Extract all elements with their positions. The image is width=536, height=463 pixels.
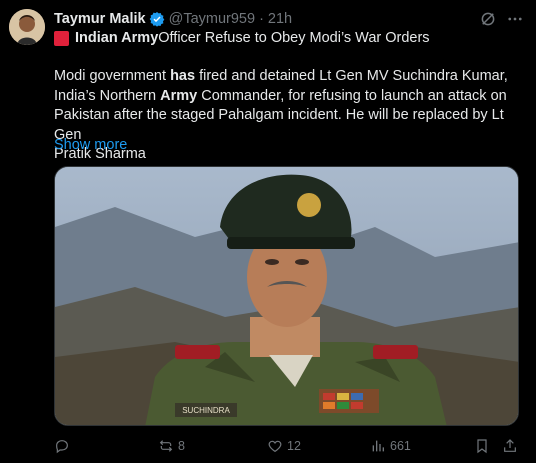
body-text: Modi government (54, 68, 171, 84)
like-count: 12 (287, 439, 301, 453)
body-bold: Army (160, 87, 198, 104)
red-square-icon (54, 30, 69, 46)
verified-badge-icon[interactable] (149, 11, 165, 27)
tweet[interactable]: Taymur Malik @Taymur959 · 21h Indian Arm… (0, 0, 536, 463)
tweet-header: Taymur Malik @Taymur959 · 21h (54, 10, 292, 28)
views-count: 661 (390, 439, 411, 453)
title-bold: Indian Army (75, 30, 159, 46)
bookmark-icon (477, 439, 487, 454)
tweet-title: Indian Army Officer Refuse to Obey Modi’… (54, 30, 430, 46)
reply-button[interactable] (54, 438, 74, 454)
body-text: India’s Northern (54, 87, 161, 104)
separator-dot: · (259, 11, 264, 27)
grok-icon[interactable] (479, 10, 497, 28)
body-bold: has (170, 68, 196, 84)
share-button[interactable] (502, 438, 522, 454)
views-button[interactable]: 661 (370, 438, 411, 454)
repost-count: 8 (178, 439, 185, 453)
body-line: Modi government has fired and detained L… (54, 67, 524, 87)
author-handle[interactable]: @Taymur959 (169, 11, 255, 27)
repost-button[interactable]: 8 (158, 438, 185, 454)
action-bar: 8 12 661 (54, 438, 524, 456)
reply-icon (56, 440, 68, 454)
media-image[interactable]: SUCHINDRA (54, 166, 519, 426)
body-text: fired and detained Lt Gen MV Suchindra K… (195, 68, 508, 84)
show-more-link[interactable]: Show more (54, 137, 127, 153)
author-name[interactable]: Taymur Malik (54, 11, 146, 27)
body-text: Commander, for refusing to launch an att… (197, 87, 507, 104)
bookmark-button[interactable] (474, 438, 494, 454)
share-icon (504, 439, 516, 452)
body-line: India’s Northern Army Commander, for ref… (54, 87, 524, 107)
more-icon[interactable] (506, 10, 524, 28)
views-icon (372, 440, 384, 452)
post-time[interactable]: 21h (268, 11, 292, 27)
title-rest: Officer Refuse to Obey Modi’s War Orders (158, 30, 430, 46)
name-tag-text: SUCHINDRA (182, 406, 230, 415)
repost-icon (159, 440, 173, 452)
avatar[interactable] (9, 9, 45, 45)
like-button[interactable]: 12 (267, 438, 301, 454)
like-icon (268, 440, 282, 453)
